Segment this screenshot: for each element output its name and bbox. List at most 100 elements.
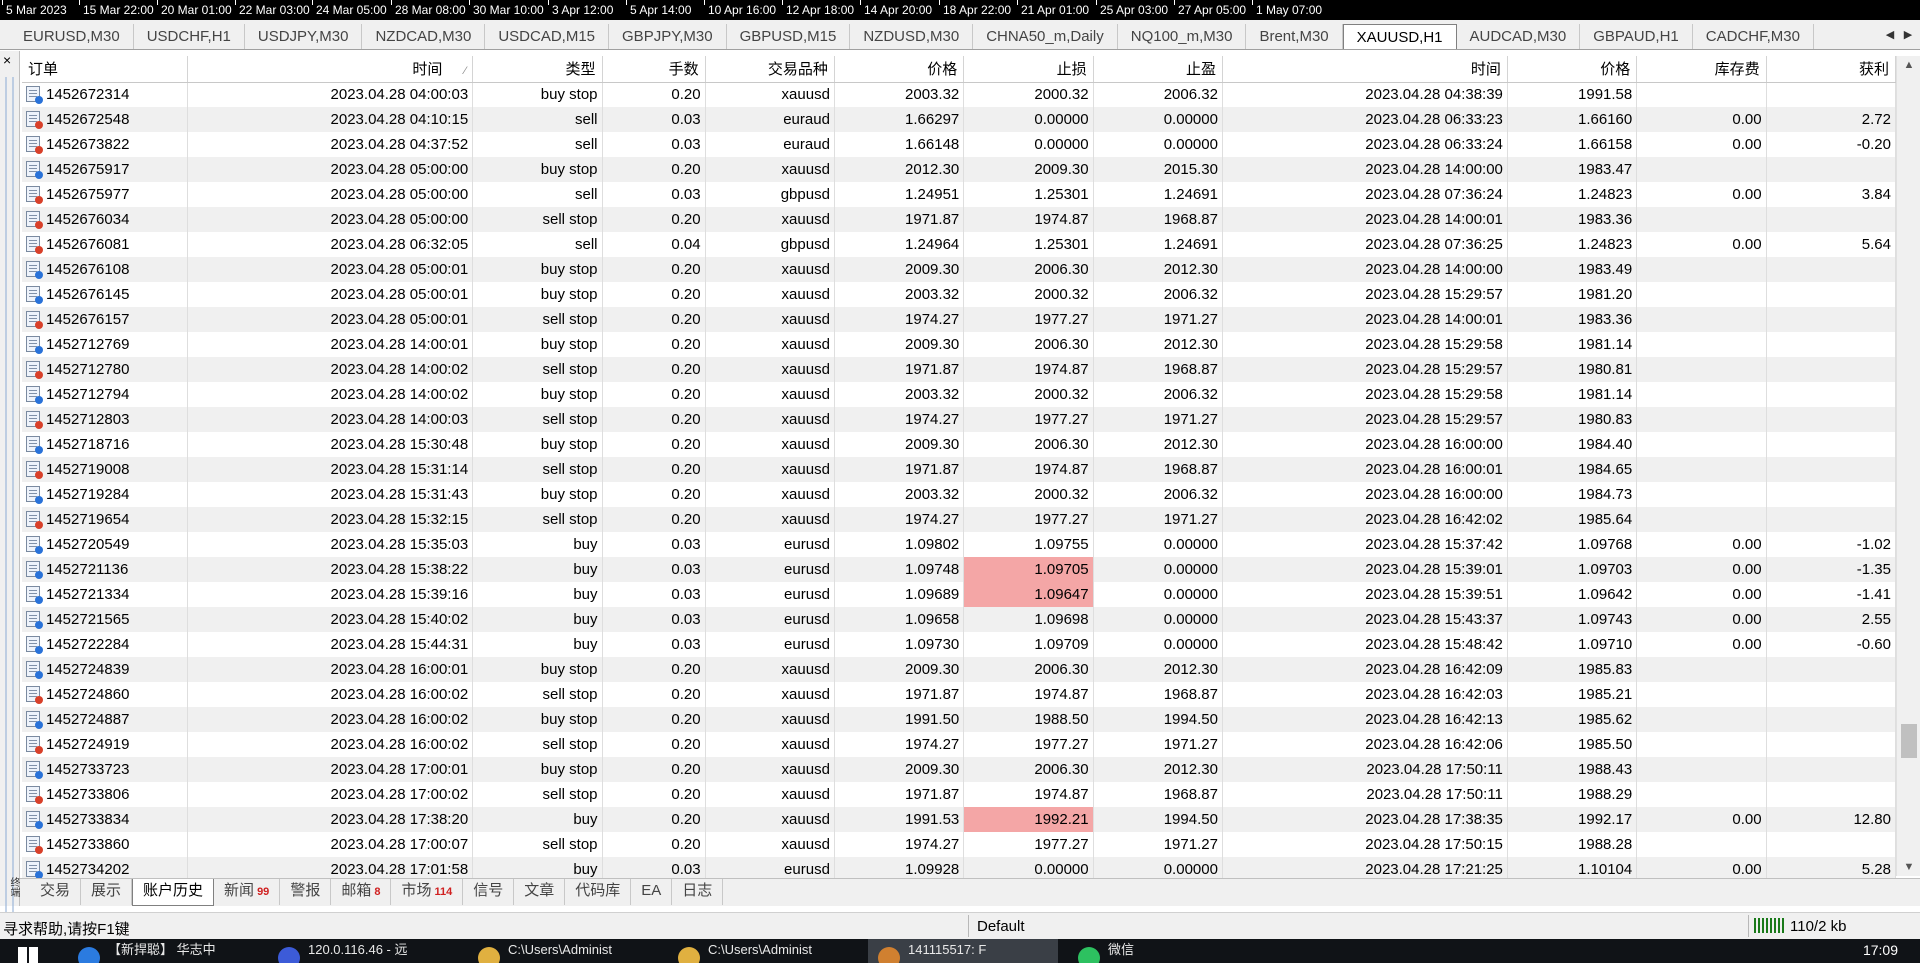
table-cell: 0.20 [602,682,706,707]
table-row[interactable]: 1452712769 2023.04.28 14:00:01 buy stop 0.2… [22,332,1896,357]
table-row[interactable]: 1452719654 2023.04.28 15:32:15 sell stop 0.… [22,507,1896,532]
table-row[interactable]: 1452733806 2023.04.28 17:00:02 sell stop 0.… [22,782,1896,807]
terminal-tab[interactable]: 邮箱 8 [331,879,392,905]
vertical-scrollbar[interactable]: ▲ ▼ [1896,56,1920,876]
table-cell: 1971.87 [834,682,965,707]
table-row[interactable]: 1452734202 2023.04.28 17:01:58 buy 0.03 euru… [22,857,1896,878]
chart-tab[interactable]: USDJPY,M30 [245,24,363,49]
table-row[interactable]: 1452676081 2023.04.28 06:32:05 sell 0.04 gbp… [22,232,1896,257]
table-row[interactable]: 1452712780 2023.04.28 14:00:02 sell stop 0.… [22,357,1896,382]
column-header[interactable]: 止损 [963,56,1094,83]
table-cell: 1.09802 [834,532,965,557]
column-header[interactable]: 止盈 [1093,56,1223,83]
tab-count-badge: 8 [374,886,381,898]
table-row[interactable]: 1452676145 2023.04.28 05:00:01 buy stop 0.2… [22,282,1896,307]
column-header-label: 类型 [565,61,596,79]
column-header[interactable]: 手数 [602,56,706,83]
table-row[interactable]: 1452733723 2023.04.28 17:00:01 buy stop 0.2… [22,757,1896,782]
table-row[interactable]: 1452676034 2023.04.28 05:00:00 sell stop 0.… [22,207,1896,232]
table-row[interactable]: 1452676108 2023.04.28 05:00:01 buy stop 0.2… [22,257,1896,282]
taskbar-app-button[interactable]: 微信 [1068,939,1198,963]
table-row[interactable]: 1452724860 2023.04.28 16:00:02 sell stop 0.… [22,682,1896,707]
table-row[interactable]: 1452721334 2023.04.28 15:39:16 buy 0.03 euru… [22,582,1896,607]
table-row[interactable]: 1452733860 2023.04.28 17:00:07 sell stop 0.… [22,832,1896,857]
table-cell: 1.09705 [963,557,1094,582]
chart-tab[interactable]: NZDUSD,M30 [850,24,974,49]
table-row[interactable]: 1452720549 2023.04.28 15:35:03 buy 0.03 euru… [22,532,1896,557]
tab-count-badge: 99 [257,886,270,898]
terminal-tab[interactable]: 展示 [81,879,133,905]
clock[interactable]: 17:09 [1863,942,1898,958]
chart-tab[interactable]: CHNA50_m,Daily [973,24,1118,49]
table-row[interactable]: 1452722284 2023.04.28 15:44:31 buy 0.03 euru… [22,632,1896,657]
column-header[interactable]: 价格 [834,56,965,83]
terminal-tab[interactable]: 市场 114 [391,879,464,905]
column-header[interactable]: 价格 [1507,56,1638,83]
taskbar-app-button[interactable]: C:\Users\Administ [668,939,858,963]
chart-tab[interactable]: EURUSD,M30 [10,24,134,49]
tab-scroll-left-icon[interactable]: ◀ [1882,26,1898,44]
panel-grip[interactable] [5,77,14,919]
tab-scroll-right-icon[interactable]: ▶ [1900,26,1916,44]
column-header[interactable]: 时间 [1222,56,1508,83]
scroll-up-icon[interactable]: ▲ [1897,56,1920,74]
table-row[interactable]: 1452733834 2023.04.28 17:38:20 buy 0.20 xauu… [22,807,1896,832]
chart-tab[interactable]: GBPJPY,M30 [609,24,727,49]
table-row[interactable]: 1452724839 2023.04.28 16:00:01 buy stop 0.2… [22,657,1896,682]
table-cell: buy stop [472,382,603,407]
terminal-tab-label: 市场 [401,882,432,899]
chart-tab[interactable]: NQ100_m,M30 [1118,24,1247,49]
taskbar-app-button[interactable]: 141115517: F [868,939,1058,963]
terminal-tab[interactable]: 新闻 99 [214,879,281,905]
taskbar-app-button[interactable]: 120.0.116.46 - 远 [268,939,458,963]
terminal-tab[interactable]: 交易 [30,879,82,905]
table-row[interactable]: 1452724919 2023.04.28 16:00:02 sell stop 0.… [22,732,1896,757]
table-row[interactable]: 1452721565 2023.04.28 15:40:02 buy 0.03 euru… [22,607,1896,632]
time-axis-label: 12 Apr 18:00 [781,0,855,17]
column-header[interactable]: 时间 ⁄ [187,56,474,83]
chart-tab[interactable]: AUDCAD,M30 [1457,24,1581,49]
table-row[interactable]: 1452672548 2023.04.28 04:10:15 sell 0.03 eur… [22,107,1896,132]
terminal-tab[interactable]: 信号 [463,879,515,905]
chart-tab[interactable]: XAUUSD,H1 [1342,24,1457,49]
column-header[interactable]: 类型 [472,56,603,83]
chart-tab[interactable]: CADCHF,M30 [1693,24,1814,49]
column-header[interactable]: 订单 [22,56,189,83]
table-row[interactable]: 1452676157 2023.04.28 05:00:01 sell stop 0.… [22,307,1896,332]
table-row[interactable]: 1452712794 2023.04.28 14:00:02 buy stop 0.2… [22,382,1896,407]
terminal-tab[interactable]: 文章 [514,879,566,905]
table-row[interactable]: 1452673822 2023.04.28 04:37:52 sell 0.03 eur… [22,132,1896,157]
table-cell: 0.03 [602,607,706,632]
table-row[interactable]: 1452712803 2023.04.28 14:00:03 sell stop 0.… [22,407,1896,432]
table-row[interactable]: 1452721136 2023.04.28 15:38:22 buy 0.03 euru… [22,557,1896,582]
chart-tab[interactable]: GBPAUD,H1 [1580,24,1693,49]
chart-tab[interactable]: USDCAD,M15 [485,24,610,49]
table-cell: 1.09647 [963,582,1094,607]
start-button[interactable] [0,939,58,963]
table-row[interactable]: 1452724887 2023.04.28 16:00:02 buy stop 0.2… [22,707,1896,732]
column-header[interactable]: 交易品种 [705,56,835,83]
chart-tab[interactable]: NZDCAD,M30 [362,24,486,49]
terminal-tab[interactable]: 代码库 [565,879,632,905]
scrollbar-thumb[interactable] [1901,724,1917,758]
scroll-down-icon[interactable]: ▼ [1897,858,1920,876]
table-row[interactable]: 1452719008 2023.04.28 15:31:14 sell stop 0.… [22,457,1896,482]
table-row[interactable]: 1452675917 2023.04.28 05:00:00 buy stop 0.2… [22,157,1896,182]
chart-tab[interactable]: GBPUSD,M15 [727,24,851,49]
chart-tab[interactable]: USDCHF,H1 [134,24,245,49]
terminal-tab[interactable]: 警报 [280,879,332,905]
chart-tab[interactable]: Brent,M30 [1246,24,1343,49]
column-header[interactable]: 获利 [1766,56,1896,83]
table-row[interactable]: 1452718716 2023.04.28 15:30:48 buy stop 0.2… [22,432,1896,457]
table-row[interactable]: 1452719284 2023.04.28 15:31:43 buy stop 0.2… [22,482,1896,507]
close-icon[interactable]: × [3,53,17,67]
table-row[interactable]: 1452675977 2023.04.28 05:00:00 sell 0.03 gbp… [22,182,1896,207]
terminal-tab[interactable]: 账户历史 [132,879,215,906]
column-header[interactable]: 库存费 [1636,56,1767,83]
taskbar-app-button[interactable]: C:\Users\Administ [468,939,658,963]
profile-name[interactable]: Default [977,918,1025,935]
terminal-tab[interactable]: EA [631,879,673,905]
table-row[interactable]: 1452672314 2023.04.28 04:00:03 buy stop 0.2… [22,82,1896,107]
taskbar-app-button[interactable]: 【新捍聪】 华志中 [68,939,258,963]
terminal-tab[interactable]: 日志 [672,879,724,905]
